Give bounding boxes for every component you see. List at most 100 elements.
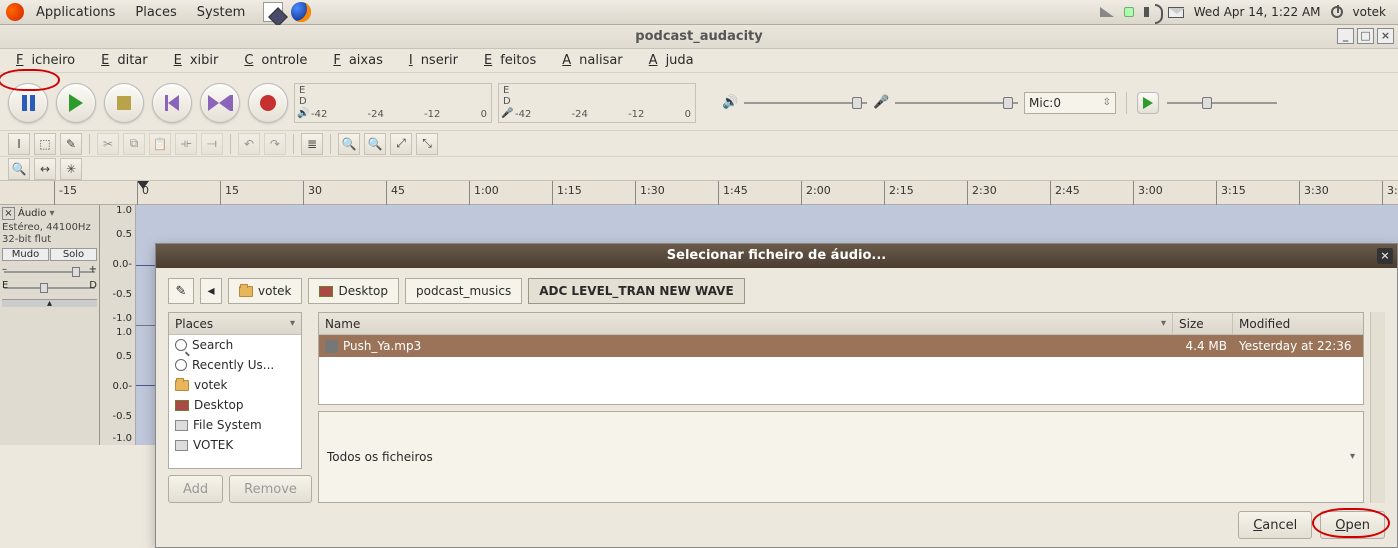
gnome-menu-system[interactable]: System (189, 3, 253, 22)
column-modified-header[interactable]: Modified (1233, 313, 1363, 334)
undo-button[interactable]: ↶ (238, 133, 260, 155)
skip-start-button[interactable] (152, 83, 192, 123)
file-list-panel: Name▾ Size Modified Push_Ya.mp3 4.4 MB Y… (318, 312, 1364, 405)
maximize-button[interactable]: □ (1357, 28, 1374, 44)
path-back-button[interactable]: ◂ (200, 278, 222, 304)
skip-end-button[interactable] (200, 83, 240, 123)
paste-button[interactable]: 📋 (149, 133, 171, 155)
menu-efeitos[interactable]: Efeitos (476, 50, 552, 71)
breadcrumb-podcast-musics[interactable]: podcast_musics (405, 278, 522, 304)
disk-icon (175, 420, 188, 431)
firefox-launcher-icon[interactable] (291, 2, 311, 22)
input-volume-slider[interactable]: 🎤 (873, 95, 1018, 110)
menubar: Ficheiro Editar Exibir Controle Faixas I… (0, 49, 1398, 73)
gedit-launcher-icon[interactable] (263, 2, 283, 22)
add-bookmark-button[interactable]: Add (168, 475, 223, 503)
playback-speed-slider[interactable] (1167, 102, 1277, 104)
cancel-button[interactable]: Cancel (1238, 511, 1312, 539)
breadcrumb-current[interactable]: ADC LEVEL_TRAN NEW WAVE (528, 278, 744, 304)
menu-ajuda[interactable]: Ajuda (641, 50, 710, 71)
close-button[interactable]: × (1377, 28, 1394, 44)
gnome-menu-places[interactable]: Places (127, 3, 184, 22)
edit-path-button[interactable]: ✎ (168, 278, 194, 304)
envelope-tool[interactable]: ⬚ (34, 133, 56, 155)
mute-button[interactable]: Mudo (2, 248, 49, 261)
copy-button[interactable]: ⧉ (123, 133, 145, 155)
track-control-panel[interactable]: × Áudio ▾ Estéreo, 44100Hz 32-bit flut M… (0, 205, 100, 445)
timeshift-tool[interactable]: ↔ (34, 158, 56, 180)
play-button[interactable] (56, 83, 96, 123)
solo-button[interactable]: Solo (50, 248, 97, 261)
transport-controls (8, 83, 288, 123)
play-at-speed-button[interactable] (1137, 92, 1159, 114)
fit-project-button[interactable]: ⤡ (416, 133, 438, 155)
column-size-header[interactable]: Size (1173, 313, 1233, 334)
mic-icon: 🎤 (501, 108, 513, 120)
multi-tool[interactable]: ✳ (60, 158, 82, 180)
breadcrumb-votek[interactable]: votek (228, 278, 302, 304)
volume-icon[interactable] (1144, 7, 1158, 17)
mail-icon[interactable] (1168, 7, 1184, 18)
menu-controle[interactable]: Controle (236, 50, 323, 71)
menu-analisar[interactable]: Analisar (554, 50, 638, 71)
menu-exibir[interactable]: Exibir (166, 50, 235, 71)
chevron-down-icon[interactable]: ▾ (290, 318, 295, 329)
place-filesystem[interactable]: File System (169, 415, 301, 435)
speaker-icon: 🔊 (297, 108, 309, 120)
gnome-menu-applications[interactable]: Applications (28, 3, 123, 22)
zoom-out-button[interactable]: 🔍 (364, 133, 386, 155)
tray-indicator-icon[interactable] (1124, 7, 1134, 17)
fit-selection-button[interactable]: ⤢ (390, 133, 412, 155)
cut-button[interactable]: ✂ (97, 133, 119, 155)
main-toolbar: E D 🔊 -42-24-120 E D 🎤 -42-24-120 🔊 🎤 Mi… (0, 73, 1398, 131)
dialog-close-button[interactable]: × (1377, 248, 1393, 264)
place-votek-drive[interactable]: VOTEK (169, 435, 301, 455)
redo-button[interactable]: ↷ (264, 133, 286, 155)
place-desktop[interactable]: Desktop (169, 395, 301, 415)
file-list-scrollbar[interactable] (1370, 312, 1385, 503)
place-recent[interactable]: Recently Us... (169, 355, 301, 375)
file-type-filter[interactable]: Todos os ficheiros ▾ (318, 411, 1364, 504)
track-pan-slider[interactable]: E D (4, 283, 95, 293)
record-button[interactable] (248, 83, 288, 123)
column-name-header[interactable]: Name▾ (319, 313, 1173, 334)
silence-button[interactable]: ⟞ (201, 133, 223, 155)
trim-button[interactable]: ⟛ (175, 133, 197, 155)
stop-button[interactable] (104, 83, 144, 123)
input-device-select[interactable]: Mic:0 ⇳ (1024, 92, 1116, 114)
zoom-in-button[interactable]: 🔍 (338, 133, 360, 155)
menu-faixas[interactable]: Faixas (325, 50, 399, 71)
power-icon[interactable] (1331, 6, 1343, 18)
file-row[interactable]: Push_Ya.mp3 4.4 MB Yesterday at 22:36 (319, 335, 1363, 357)
place-home[interactable]: votek (169, 375, 301, 395)
menu-editar[interactable]: Editar (93, 50, 164, 71)
audacity-window: podcast_audacity _ □ × Ficheiro Editar E… (0, 25, 1398, 548)
track-close-button[interactable]: × (2, 207, 15, 220)
pause-button[interactable] (8, 83, 48, 123)
place-search[interactable]: Search (169, 335, 301, 355)
sync-lock-button[interactable]: ≣ (301, 133, 323, 155)
menu-inserir[interactable]: Inserir (401, 50, 474, 71)
file-modified: Yesterday at 22:36 (1233, 335, 1363, 357)
file-list[interactable]: Push_Ya.mp3 4.4 MB Yesterday at 22:36 (319, 335, 1363, 404)
menu-ficheiro[interactable]: Ficheiro (8, 50, 91, 71)
minimize-button[interactable]: _ (1337, 28, 1354, 44)
timeline-ruler[interactable]: -15 0 15 30 45 1:00 1:15 1:30 1:45 2:00 … (0, 181, 1398, 205)
breadcrumb-desktop[interactable]: Desktop (308, 278, 399, 304)
track-name[interactable]: Áudio (18, 208, 46, 219)
track-collapse-handle[interactable]: ▴ (2, 299, 97, 307)
open-button[interactable]: Open (1320, 511, 1385, 539)
draw-tool[interactable]: ✎ (60, 133, 82, 155)
remove-bookmark-button[interactable]: Remove (229, 475, 312, 503)
track-gain-slider[interactable]: – + (4, 267, 95, 277)
output-volume-slider[interactable]: 🔊 (722, 95, 867, 110)
playback-meter[interactable]: E D 🔊 -42-24-120 (294, 83, 492, 123)
track-menu-chevron-icon[interactable]: ▾ (49, 208, 54, 219)
ubuntu-logo-icon[interactable] (6, 3, 24, 21)
record-meter[interactable]: E D 🎤 -42-24-120 (498, 83, 696, 123)
zoom-tool[interactable]: 🔍 (8, 158, 30, 180)
network-icon[interactable] (1100, 7, 1114, 17)
clock-text[interactable]: Wed Apr 14, 1:22 AM (1194, 5, 1321, 19)
selection-tool[interactable]: I (8, 133, 30, 155)
user-menu[interactable]: votek (1353, 5, 1386, 19)
